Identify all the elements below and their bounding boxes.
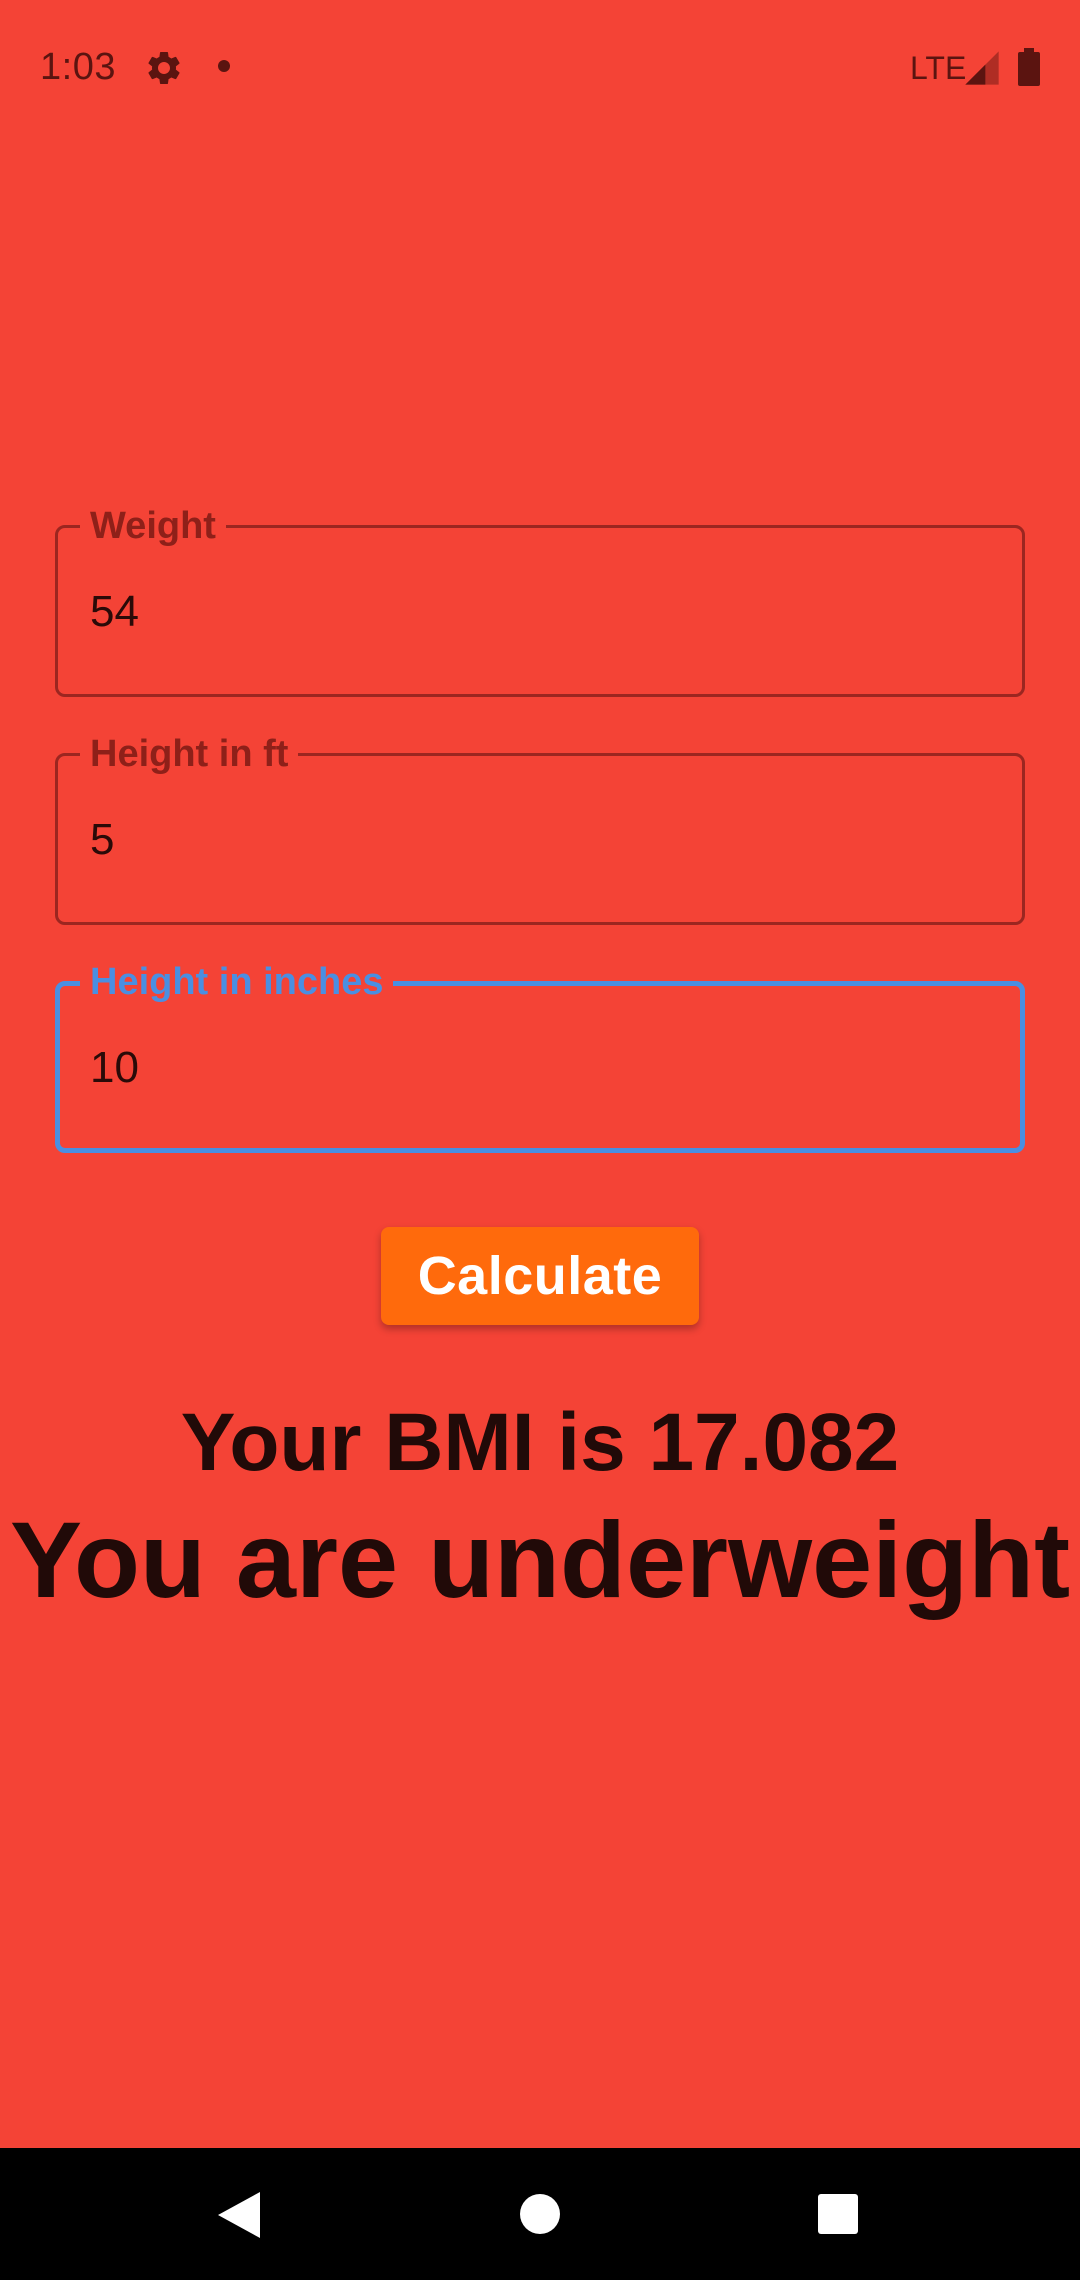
height-in-input[interactable]: 10 bbox=[90, 1040, 139, 1096]
recents-icon[interactable] bbox=[818, 2194, 858, 2234]
signal-icon bbox=[965, 51, 999, 85]
settings-gear-icon bbox=[148, 51, 180, 84]
navigation-bar bbox=[0, 2148, 1080, 2280]
bmi-result-text: Your BMI is 17.082 bbox=[180, 1397, 900, 1488]
height-ft-input[interactable]: 5 bbox=[90, 812, 114, 868]
network-type-label: LTE bbox=[910, 50, 967, 86]
bmi-category-text: You are underweight bbox=[9, 1499, 1071, 1620]
status-bar: 1:03 LTE bbox=[0, 0, 1080, 136]
notification-dot-icon bbox=[218, 60, 230, 72]
height-ft-label: Height in ft bbox=[80, 730, 299, 778]
height-ft-field[interactable]: Height in ft 5 bbox=[55, 730, 1025, 925]
height-in-label: Height in inches bbox=[80, 958, 394, 1006]
weight-label: Weight bbox=[80, 502, 226, 550]
home-icon[interactable] bbox=[520, 2194, 560, 2234]
weight-field[interactable]: Weight 54 bbox=[55, 502, 1025, 697]
battery-icon bbox=[1018, 48, 1040, 86]
weight-input[interactable]: 54 bbox=[90, 584, 139, 640]
height-in-field[interactable]: Height in inches 10 bbox=[55, 958, 1025, 1153]
status-time: 1:03 bbox=[40, 46, 116, 88]
back-icon[interactable] bbox=[218, 2192, 260, 2238]
calculate-button[interactable]: Calculate bbox=[381, 1227, 699, 1325]
